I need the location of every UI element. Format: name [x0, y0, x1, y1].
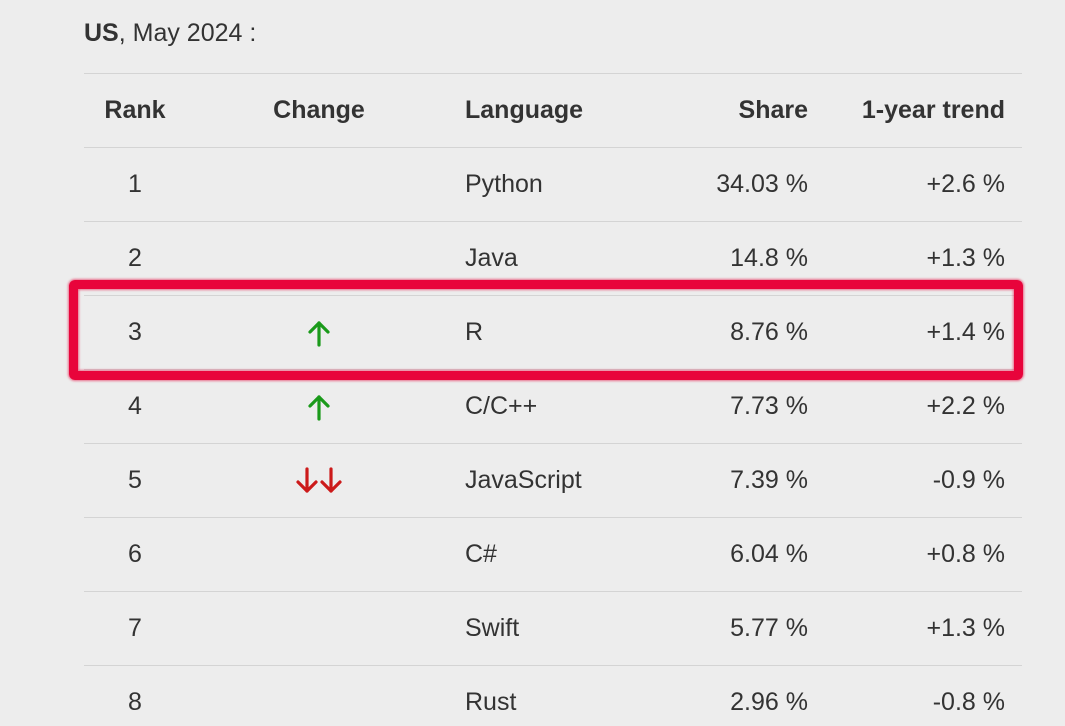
table-row: 7 Swift 5.77 % +1.3 % — [84, 591, 1022, 666]
language-cell: C# — [452, 517, 693, 592]
table-row: 2 Java 14.8 % +1.3 % — [84, 221, 1022, 296]
change-cell — [186, 443, 452, 518]
table-row: 6 C# 6.04 % +0.8 % — [84, 517, 1022, 592]
trend-cell: +0.8 % — [808, 517, 1022, 592]
language-ranking-table: Rank Change Language Share 1-year trend … — [84, 73, 1022, 726]
arrow-down-icon — [294, 467, 320, 495]
language-cell: Rust — [452, 665, 693, 726]
table-row: 5 JavaScript 7.39 % -0.9 % — [84, 443, 1022, 518]
language-cell: Swift — [452, 591, 693, 666]
change-cell — [186, 295, 452, 370]
language-cell: Python — [452, 147, 693, 222]
share-cell: 7.39 % — [693, 443, 808, 518]
share-cell: 2.96 % — [693, 665, 808, 726]
rank-cell: 7 — [84, 591, 186, 666]
change-cell — [186, 369, 452, 444]
rank-cell: 5 — [84, 443, 186, 518]
table-body: 1 Python 34.03 % +2.6 % 2 Java 14.8 % +1.3 % 3 R 8… — [84, 147, 1022, 726]
share-cell: 8.76 % — [693, 295, 808, 370]
language-cell: C/C++ — [452, 369, 693, 444]
change-cell — [186, 221, 452, 296]
arrow-down-icon — [318, 467, 344, 495]
table-row: 1 Python 34.03 % +2.6 % — [84, 147, 1022, 222]
share-cell: 14.8 % — [693, 221, 808, 296]
share-cell: 7.73 % — [693, 369, 808, 444]
change-cell — [186, 591, 452, 666]
arrow-up-icon — [306, 393, 332, 421]
header-trend[interactable]: 1-year trend — [808, 73, 1022, 148]
trend-cell: +2.2 % — [808, 369, 1022, 444]
trend-cell: -0.8 % — [808, 665, 1022, 726]
share-cell: 6.04 % — [693, 517, 808, 592]
language-cell: JavaScript — [452, 443, 693, 518]
rank-cell: 2 — [84, 221, 186, 296]
header-change[interactable]: Change — [186, 73, 452, 148]
change-cell — [186, 665, 452, 726]
header-language[interactable]: Language — [452, 73, 693, 148]
rank-cell: 6 — [84, 517, 186, 592]
header-rank[interactable]: Rank — [84, 73, 186, 148]
table-row: 4 C/C++ 7.73 % +2.2 % — [84, 369, 1022, 444]
rank-cell: 1 — [84, 147, 186, 222]
rank-cell: 3 — [84, 295, 186, 370]
trend-cell: +1.3 % — [808, 221, 1022, 296]
change-cell — [186, 147, 452, 222]
table-row: 3 R 8.76 % +1.4 % — [84, 295, 1022, 370]
table-row: 8 Rust 2.96 % -0.8 % — [84, 665, 1022, 726]
share-cell: 5.77 % — [693, 591, 808, 666]
table-header-row: Rank Change Language Share 1-year trend — [84, 73, 1022, 148]
arrow-up-icon — [306, 319, 332, 347]
language-cell: R — [452, 295, 693, 370]
trend-cell: +2.6 % — [808, 147, 1022, 222]
table-caption: US, May 2024 : — [84, 16, 256, 50]
rank-cell: 8 — [84, 665, 186, 726]
language-cell: Java — [452, 221, 693, 296]
trend-cell: +1.3 % — [808, 591, 1022, 666]
trend-cell: +1.4 % — [808, 295, 1022, 370]
share-cell: 34.03 % — [693, 147, 808, 222]
header-share[interactable]: Share — [693, 73, 808, 148]
rank-cell: 4 — [84, 369, 186, 444]
page: US, May 2024 : Rank Change Language Shar… — [0, 0, 1065, 726]
change-cell — [186, 517, 452, 592]
caption-region: US — [84, 19, 119, 47]
caption-date: , May 2024 : — [118, 19, 257, 47]
trend-cell: -0.9 % — [808, 443, 1022, 518]
